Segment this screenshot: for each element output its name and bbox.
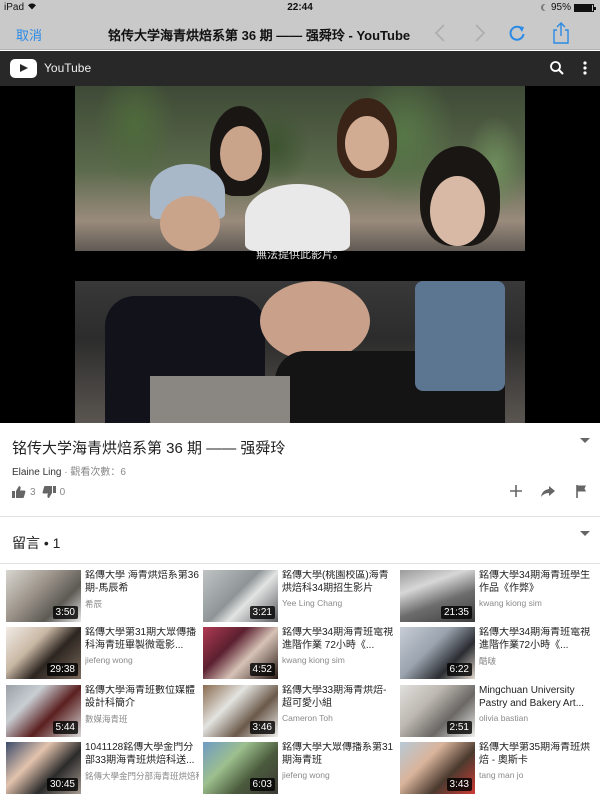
related-video-channel: jiefeng wong [282, 770, 330, 780]
related-video-title[interactable]: 銘傳大學海青班數位媒體設計科簡介 [85, 685, 199, 710]
video-thumbnail[interactable]: 5:44 [6, 685, 81, 737]
video-duration: 6:03 [249, 778, 275, 791]
related-video-title[interactable]: 銘傳大學第35期海青班烘焙 - 奧斯卡 [479, 742, 593, 767]
related-video-item[interactable]: 30:45 1041128銘傳大學金門分部33期海青班烘焙科送... 銘傳大學金門分… [6, 742, 201, 797]
related-video-title[interactable]: 銘傳大學34期海青班電視進階作業 72小時《... [282, 627, 396, 652]
forward-icon[interactable] [468, 22, 490, 44]
related-video-title[interactable]: Mingchuan University Pastry and Bakery A… [479, 685, 593, 710]
dislike-count: 0 [59, 486, 66, 498]
view-count: 觀看次數：6 [70, 467, 126, 478]
video-meta: Elaine Ling · 觀看次數：6 [12, 463, 126, 478]
related-video-item[interactable]: 5:44 銘傳大學海青班數位媒體設計科簡介數媒海青班 [6, 685, 201, 740]
related-video-item[interactable]: 4:52 銘傳大學34期海青班電視進階作業 72小時《... kwang kiong… [203, 627, 398, 682]
share-video-icon[interactable] [540, 483, 556, 499]
related-video-channel: 酷啵 [479, 656, 497, 666]
related-video-channel: 希辰 [85, 599, 103, 609]
related-video-item[interactable]: 3:46 銘傳大學33期海青烘焙-超可愛小組 Cameron Toh [203, 685, 398, 740]
video-thumbnail[interactable]: 4:52 [203, 627, 278, 679]
like-dislike-bar: 3 0 [12, 485, 71, 499]
related-video-channel: kwang kiong sim [479, 598, 542, 608]
video-thumbnail[interactable]: 2:51 [400, 685, 475, 737]
video-info: 铭传大学海青烘焙系第 36 期 —— 强舜玲 Elaine Ling · 觀看次… [0, 423, 600, 517]
video-duration: 21:35 [440, 606, 472, 619]
back-icon[interactable] [430, 22, 452, 44]
like-count: 3 [30, 486, 36, 498]
more-vert-icon[interactable] [580, 59, 590, 77]
report-flag-icon[interactable] [574, 483, 590, 499]
cancel-button[interactable]: 取消 [16, 25, 42, 44]
video-duration: 3:21 [249, 606, 275, 619]
video-duration: 30:45 [46, 778, 78, 791]
video-duration: 29:38 [46, 663, 78, 676]
youtube-header: YouTube [0, 51, 600, 86]
video-thumbnail[interactable]: 6:03 [203, 742, 278, 794]
related-video-channel: 銘傳大學金門分部海青班烘焙科 [85, 771, 199, 781]
related-video-item[interactable]: 3:21 銘傳大學(桃園校區)海青烘焙科34期招生影片 Yee Ling Chang [203, 570, 398, 625]
related-video-title[interactable]: 1041128銘傳大學金門分部33期海青班烘焙科送... [85, 742, 199, 767]
related-video-item[interactable]: 6:03 銘傳大學大眾傳播系第31期海青班 jiefeng wong [203, 742, 398, 797]
video-thumbnail[interactable]: 30:45 [6, 742, 81, 794]
browser-nav-bar: 取消 铭传大学海青烘焙系第 36 期 —— 强舜玲 - YouTube [0, 16, 600, 50]
channel-name[interactable]: Elaine Ling [12, 467, 61, 478]
related-video-item[interactable]: 3:43 銘傳大學第35期海青班烘焙 - 奧斯卡 tang man jo [400, 742, 595, 797]
related-video-channel: olivia bastian [479, 713, 529, 723]
related-video-item[interactable]: 21:35 銘傳大學34期海青班學生作品《作弊》 kwang kiong sim [400, 570, 595, 625]
video-duration: 2:51 [446, 721, 472, 734]
video-duration: 3:50 [52, 606, 78, 619]
related-video-title[interactable]: 銘傳大學34期海青班學生作品《作弊》 [479, 570, 593, 595]
related-video-channel: tang man jo [479, 770, 524, 780]
video-thumbnail[interactable]: 21:35 [400, 570, 475, 622]
status-bar: iPad 22:44 95% [0, 0, 600, 16]
clock: 22:44 [287, 2, 313, 13]
related-video-channel: jiefeng wong [85, 655, 133, 665]
related-video-title[interactable]: 銘傳大學 海青烘焙系第36期-馬辰希 [85, 570, 199, 595]
reload-icon[interactable] [506, 22, 528, 44]
share-icon[interactable] [550, 22, 572, 44]
video-thumbnail[interactable]: 3:21 [203, 570, 278, 622]
related-video-item[interactable]: 29:38 銘傳大學第31期大眾傳播科海青班畢製微電影... jiefeng won… [6, 627, 201, 682]
video-duration: 4:52 [249, 663, 275, 676]
related-video-channel: 數媒海青班 [85, 714, 128, 724]
youtube-logo-icon[interactable] [10, 59, 37, 78]
video-player[interactable]: 無法提供此影片。 [0, 86, 600, 423]
related-video-title[interactable]: 銘傳大學(桃園校區)海青烘焙科34期招生影片 [282, 570, 396, 595]
related-video-title[interactable]: 銘傳大學第31期大眾傳播科海青班畢製微電影... [85, 627, 199, 652]
add-to-playlist-icon[interactable] [508, 483, 524, 499]
related-video-channel: Cameron Toh [282, 713, 333, 723]
expand-description-icon[interactable] [580, 438, 590, 443]
search-icon[interactable] [548, 59, 566, 77]
video-thumbnail[interactable]: 3:43 [400, 742, 475, 794]
video-actions [490, 483, 600, 503]
youtube-brand[interactable]: YouTube [44, 61, 91, 75]
related-video-title[interactable]: 銘傳大學33期海青烘焙-超可愛小組 [282, 685, 396, 710]
video-duration: 6:22 [446, 663, 472, 676]
video-thumbnail[interactable]: 6:22 [400, 627, 475, 679]
comments-label: 留言 • 1 [12, 535, 61, 551]
related-video-title[interactable]: 銘傳大學34期海青班電視進階作業72小時《... [479, 627, 593, 652]
video-thumbnail[interactable]: 3:50 [6, 570, 81, 622]
thumbs-down-icon[interactable] [42, 485, 56, 499]
related-video-item[interactable]: 3:50 銘傳大學 海青烘焙系第36期-馬辰希希辰 [6, 570, 201, 625]
expand-comments-icon[interactable] [580, 531, 590, 536]
battery-percent: 95% [550, 2, 571, 13]
video-unavailable-message: 無法提供此影片。 [256, 249, 344, 261]
do-not-disturb-icon [543, 4, 550, 11]
related-video-title[interactable]: 銘傳大學大眾傳播系第31期海青班 [282, 742, 396, 767]
related-video-channel: kwang kiong sim [282, 655, 345, 665]
video-thumbnail[interactable]: 3:46 [203, 685, 278, 737]
related-video-item[interactable]: 2:51 Mingchuan University Pastry and Bake… [400, 685, 595, 740]
battery-icon [574, 3, 596, 12]
video-duration: 3:43 [446, 778, 472, 791]
video-thumbnail[interactable]: 29:38 [6, 627, 81, 679]
thumbs-up-icon[interactable] [12, 485, 26, 499]
comments-section-header[interactable]: 留言 • 1 [0, 518, 600, 564]
video-duration: 3:46 [249, 721, 275, 734]
related-video-channel: Yee Ling Chang [282, 598, 343, 608]
page-title: 铭传大学海青烘焙系第 36 期 —— 强舜玲 - YouTube [108, 28, 411, 43]
video-title: 铭传大学海青烘焙系第 36 期 —— 强舜玲 [12, 440, 286, 457]
related-video-item[interactable]: 6:22 銘傳大學34期海青班電視進階作業72小時《... 酷啵 [400, 627, 595, 682]
video-duration: 5:44 [52, 721, 78, 734]
